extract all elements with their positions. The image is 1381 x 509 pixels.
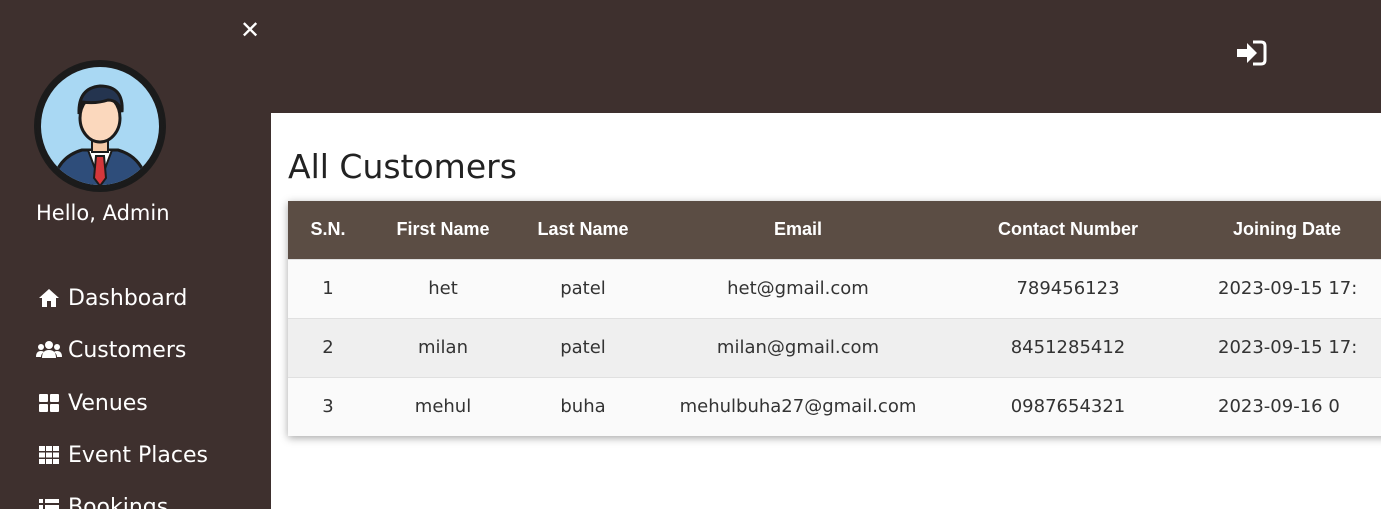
sidebar-item-label: Venues (68, 390, 148, 416)
sidebar: ✕ Hello, Admin Dashboard Customers Venue… (0, 0, 271, 509)
table-cell: het (428, 278, 458, 299)
table-row: 3 mehul buha mehulbuha27@gmail.com 09876… (288, 377, 1381, 436)
greeting-text: Hello, Admin (36, 201, 170, 225)
column-header: Contact Number (997, 219, 1138, 240)
sidebar-item-label: Event Places (68, 442, 208, 468)
sidebar-item-customers[interactable]: Customers (36, 334, 186, 366)
table-cell: het@gmail.com (727, 278, 869, 299)
table-cell: patel (560, 337, 606, 358)
sidebar-item-label: Dashboard (68, 285, 188, 311)
customers-table: S.N. First Name Last Name Email Contact … (288, 201, 1381, 436)
table-cell: mehul (414, 396, 472, 418)
page-title: All Customers (288, 147, 517, 186)
table-cell: 0987654321 (1010, 396, 1126, 418)
avatar (34, 60, 166, 192)
column-header: First Name (396, 219, 490, 240)
table-cell: 2023-09-15 17: (1218, 278, 1358, 299)
table-cell: buha (560, 396, 606, 418)
table-cell: patel (560, 278, 606, 299)
column-header: S.N. (310, 219, 346, 240)
table-cell: 2023-09-15 17: (1218, 337, 1358, 358)
sidebar-item-label: Customers (68, 337, 187, 363)
table-cell: milan@gmail.com (716, 337, 880, 358)
table-cell: mehulbuha27@gmail.com (679, 396, 917, 418)
sidebar-item-bookings[interactable]: Bookings (36, 491, 168, 509)
close-icon[interactable]: ✕ (238, 18, 262, 42)
table-cell: milan (418, 337, 468, 358)
table-row: 2 milan patel milan@gmail.com 8451285412… (288, 318, 1381, 377)
sign-in-icon[interactable] (1235, 39, 1267, 67)
home-icon (36, 287, 62, 309)
users-icon (36, 339, 62, 361)
column-header: Last Name (537, 219, 629, 240)
table-cell: 3 (322, 396, 334, 418)
column-header: Email (773, 219, 823, 240)
table-cell: 8451285412 (1010, 337, 1126, 358)
column-header: Joining Date (1233, 219, 1342, 240)
top-bar (271, 0, 1381, 113)
table-cell: 789456123 (1016, 278, 1120, 299)
sidebar-item-event-places[interactable]: Event Places (36, 439, 208, 471)
sidebar-item-label: Bookings (68, 494, 169, 509)
sidebar-item-dashboard[interactable]: Dashboard (36, 282, 187, 314)
table-cell: 1 (322, 278, 334, 299)
sidebar-item-venues[interactable]: Venues (36, 387, 148, 419)
table-row: 1 het patel het@gmail.com 789456123 2023… (288, 259, 1381, 318)
grid-large-icon (36, 392, 62, 414)
table-cell: 2023-09-16 0 (1218, 396, 1340, 418)
table-header-row: S.N. First Name Last Name Email Contact … (288, 201, 1381, 259)
list-icon (36, 496, 62, 509)
table-cell: 2 (322, 337, 334, 358)
grid-small-icon (36, 444, 62, 466)
main-content: All Customers S.N. First Name Last Name … (271, 113, 1381, 509)
